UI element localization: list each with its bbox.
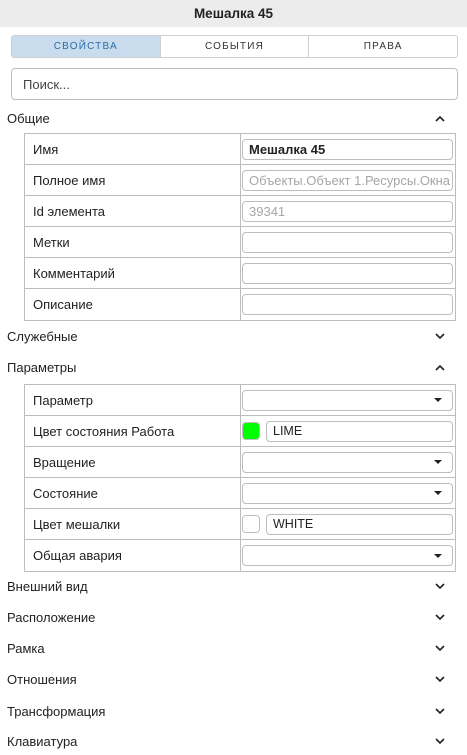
section-appearance-header[interactable]: Внешний вид bbox=[0, 572, 467, 600]
property-label: Общая авария bbox=[25, 540, 241, 571]
dropdown-caret-icon bbox=[434, 398, 442, 402]
property-row-name: Имя Мешалка 45 bbox=[25, 134, 455, 165]
property-row-mixer-color: Цвет мешалки WHITE bbox=[25, 509, 455, 540]
section-position-header[interactable]: Расположение bbox=[0, 603, 467, 631]
property-row-general-alarm: Общая авария bbox=[25, 540, 455, 571]
property-label: Комментарий bbox=[25, 258, 241, 288]
tab-bar: СВОЙСТВА СОБЫТИЯ ПРАВА bbox=[11, 35, 458, 58]
property-row-tags: Метки bbox=[25, 227, 455, 258]
section-appearance-label: Внешний вид bbox=[7, 578, 88, 594]
general-alarm-select[interactable] bbox=[242, 545, 453, 566]
work-color-input[interactable]: LIME bbox=[266, 420, 453, 442]
chevron-up-icon[interactable] bbox=[435, 362, 445, 372]
property-label: Описание bbox=[25, 289, 241, 320]
property-label: Имя bbox=[25, 134, 241, 164]
section-frame-label: Рамка bbox=[7, 640, 45, 656]
property-label: Id элемента bbox=[25, 196, 241, 226]
full-name-field: Объекты.Объект 1.Ресурсы.Окна bbox=[242, 169, 453, 191]
tab-rights[interactable]: ПРАВА bbox=[309, 36, 457, 57]
chevron-down-icon[interactable] bbox=[435, 706, 445, 716]
chevron-down-icon[interactable] bbox=[435, 736, 445, 746]
search-input[interactable] bbox=[23, 76, 457, 92]
property-label: Параметр bbox=[25, 385, 241, 415]
rotation-select[interactable] bbox=[242, 451, 453, 473]
property-label: Состояние bbox=[25, 478, 241, 508]
parameters-table: Параметр Цвет состояния Работа LIME Вращ… bbox=[24, 384, 456, 572]
tab-properties[interactable]: СВОЙСТВА bbox=[12, 36, 161, 57]
description-input[interactable] bbox=[242, 294, 453, 315]
property-label: Полное имя bbox=[25, 165, 241, 195]
property-row-comment: Комментарий bbox=[25, 258, 455, 289]
section-position-label: Расположение bbox=[7, 609, 96, 625]
section-transform-header[interactable]: Трансформация bbox=[0, 697, 467, 725]
property-row-rotation: Вращение bbox=[25, 447, 455, 478]
search-box bbox=[11, 68, 458, 100]
dropdown-caret-icon bbox=[434, 553, 442, 558]
section-relations-header[interactable]: Отношения bbox=[0, 665, 467, 693]
section-general-label: Общие bbox=[7, 110, 50, 126]
mixer-color-input[interactable]: WHITE bbox=[266, 513, 453, 535]
property-label: Метки bbox=[25, 227, 241, 257]
general-properties-table: Имя Мешалка 45 Полное имя Объекты.Объект… bbox=[24, 133, 456, 321]
section-service-label: Служебные bbox=[7, 328, 78, 344]
section-transform-label: Трансформация bbox=[7, 703, 106, 719]
window-title: Мешалка 45 bbox=[0, 0, 467, 27]
color-swatch[interactable] bbox=[242, 422, 260, 440]
section-keyboard-label: Клавиатура bbox=[7, 733, 78, 749]
section-parameters-header[interactable]: Параметры bbox=[0, 353, 467, 381]
property-label: Вращение bbox=[25, 447, 241, 477]
state-select[interactable] bbox=[242, 482, 453, 504]
tags-input[interactable] bbox=[242, 231, 453, 253]
property-label: Цвет мешалки bbox=[25, 509, 241, 539]
section-relations-label: Отношения bbox=[7, 671, 77, 687]
element-id-field: 39341 bbox=[242, 200, 453, 222]
chevron-down-icon[interactable] bbox=[435, 643, 445, 653]
chevron-down-icon[interactable] bbox=[435, 612, 445, 622]
dropdown-caret-icon bbox=[434, 460, 442, 464]
color-swatch[interactable] bbox=[242, 515, 260, 533]
property-row-state: Состояние bbox=[25, 478, 455, 509]
chevron-down-icon[interactable] bbox=[435, 331, 445, 341]
property-row-work-color: Цвет состояния Работа LIME bbox=[25, 416, 455, 447]
chevron-up-icon[interactable] bbox=[435, 113, 445, 123]
comment-input[interactable] bbox=[242, 262, 453, 284]
property-row-full-name: Полное имя Объекты.Объект 1.Ресурсы.Окна bbox=[25, 165, 455, 196]
name-input[interactable]: Мешалка 45 bbox=[242, 138, 453, 160]
chevron-down-icon[interactable] bbox=[435, 674, 445, 684]
property-row-parameter: Параметр bbox=[25, 385, 455, 416]
dropdown-caret-icon bbox=[434, 491, 442, 495]
section-keyboard-header[interactable]: Клавиатура bbox=[0, 727, 467, 755]
section-service-header[interactable]: Служебные bbox=[0, 322, 467, 350]
tab-events[interactable]: СОБЫТИЯ bbox=[161, 36, 310, 57]
parameter-select[interactable] bbox=[242, 389, 453, 411]
section-parameters-label: Параметры bbox=[7, 359, 77, 375]
property-label: Цвет состояния Работа bbox=[25, 416, 241, 446]
chevron-down-icon[interactable] bbox=[435, 581, 445, 591]
property-row-description: Описание bbox=[25, 289, 455, 320]
property-row-element-id: Id элемента 39341 bbox=[25, 196, 455, 227]
section-frame-header[interactable]: Рамка bbox=[0, 634, 467, 662]
section-general-header[interactable]: Общие bbox=[0, 104, 467, 132]
